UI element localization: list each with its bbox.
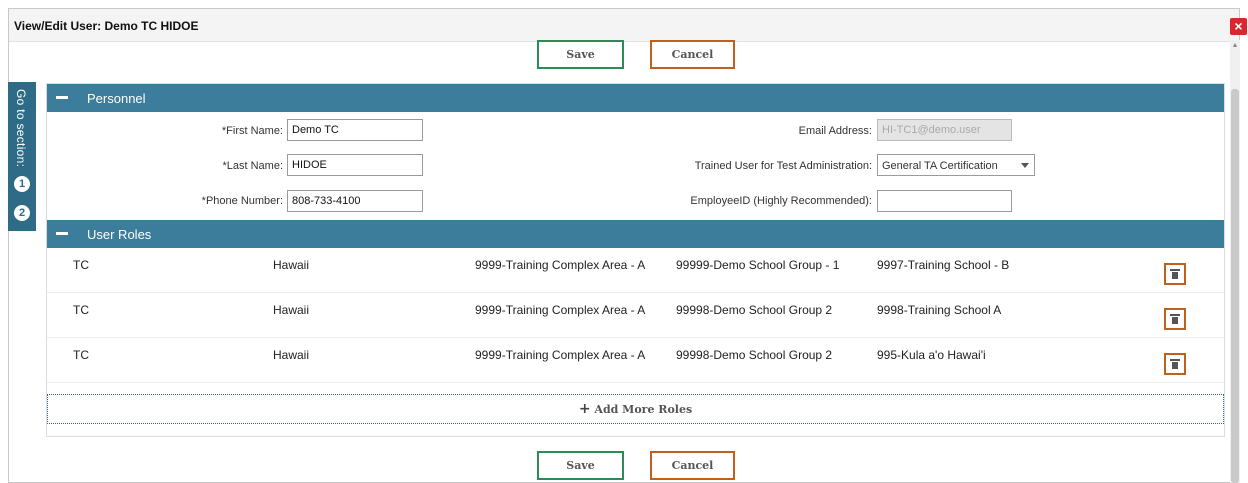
user-form-panel: Personnel *First Name: *Last Name: *Phon… — [46, 83, 1225, 437]
close-icon[interactable]: × — [1230, 18, 1247, 35]
save-button-top[interactable]: Save — [537, 40, 624, 69]
add-more-roles-label: Add More Roles — [594, 403, 693, 416]
phone-number-input[interactable] — [287, 190, 423, 212]
school-group-cell: 99999-Demo School Group - 1 — [676, 258, 840, 272]
dialog-title: View/Edit User: Demo TC HIDOE — [14, 19, 199, 33]
delete-role-button[interactable] — [1164, 308, 1186, 330]
delete-role-button[interactable] — [1164, 353, 1186, 375]
email-label: Email Address: — [798, 125, 872, 137]
section-1-link[interactable]: 1 — [14, 176, 30, 192]
complex-area-cell: 9999-Training Complex Area - A — [475, 348, 646, 362]
school-group-cell: 99998-Demo School Group 2 — [676, 348, 833, 362]
user-roles-section-header[interactable]: User Roles — [47, 220, 1224, 248]
school-cell: 9997-Training School - B — [877, 258, 1010, 272]
school-cell: 9998-Training School A — [877, 303, 1002, 317]
complex-area-cell: 9999-Training Complex Area - A — [475, 303, 646, 317]
school-group-cell: 99998-Demo School Group 2 — [676, 303, 833, 317]
trained-user-select[interactable]: General TA Certification — [877, 154, 1035, 176]
dialog-titlebar: View/Edit User: Demo TC HIDOE × — [9, 9, 1247, 42]
role-cell: TC — [73, 303, 89, 317]
role-row: TC Hawaii 9999-Training Complex Area - A… — [47, 293, 1224, 338]
add-more-roles-button[interactable]: + Add More Roles — [47, 394, 1224, 424]
go-to-section-nav: Go to section: 1 2 — [8, 82, 36, 231]
cancel-button-bottom[interactable]: Cancel — [650, 451, 735, 480]
employee-id-label: EmployeeID (Highly Recommended): — [690, 195, 872, 207]
role-row: TC Hawaii 9999-Training Complex Area - A… — [47, 248, 1224, 293]
trash-icon — [1170, 359, 1180, 369]
state-cell: Hawaii — [273, 258, 310, 272]
trained-user-label: Trained User for Test Administration: — [694, 160, 872, 172]
go-to-section-label: Go to section: — [14, 89, 28, 168]
role-row: TC Hawaii 9999-Training Complex Area - A… — [47, 338, 1224, 383]
first-name-input[interactable] — [287, 119, 423, 141]
role-cell: TC — [73, 258, 89, 272]
chevron-down-icon — [1021, 163, 1029, 168]
complex-area-cell: 9999-Training Complex Area - A — [475, 258, 646, 272]
user-roles-heading: User Roles — [87, 227, 152, 242]
personnel-heading: Personnel — [87, 91, 146, 106]
first-name-label: *First Name: — [221, 125, 283, 137]
trash-icon — [1170, 269, 1180, 279]
last-name-label: *Last Name: — [222, 160, 283, 172]
personnel-section-header[interactable]: Personnel — [47, 84, 1224, 112]
delete-role-button[interactable] — [1164, 263, 1186, 285]
employee-id-input[interactable] — [877, 190, 1012, 212]
scroll-up-icon[interactable]: ▲ — [1231, 42, 1239, 50]
email-input — [877, 119, 1012, 141]
plus-icon: + — [578, 401, 591, 417]
school-cell: 995-Kula a'o Hawai'i — [877, 348, 986, 362]
section-2-link[interactable]: 2 — [14, 205, 30, 221]
scrollbar-thumb[interactable] — [1231, 89, 1239, 483]
cancel-button-top[interactable]: Cancel — [650, 40, 735, 69]
trained-user-value: General TA Certification — [882, 160, 998, 172]
state-cell: Hawaii — [273, 348, 310, 362]
trash-icon — [1170, 314, 1180, 324]
collapse-icon[interactable] — [56, 96, 68, 99]
phone-number-label: *Phone Number: — [201, 195, 283, 207]
save-button-bottom[interactable]: Save — [537, 451, 624, 480]
state-cell: Hawaii — [273, 303, 310, 317]
last-name-input[interactable] — [287, 154, 423, 176]
collapse-icon[interactable] — [56, 232, 68, 235]
role-cell: TC — [73, 348, 89, 362]
